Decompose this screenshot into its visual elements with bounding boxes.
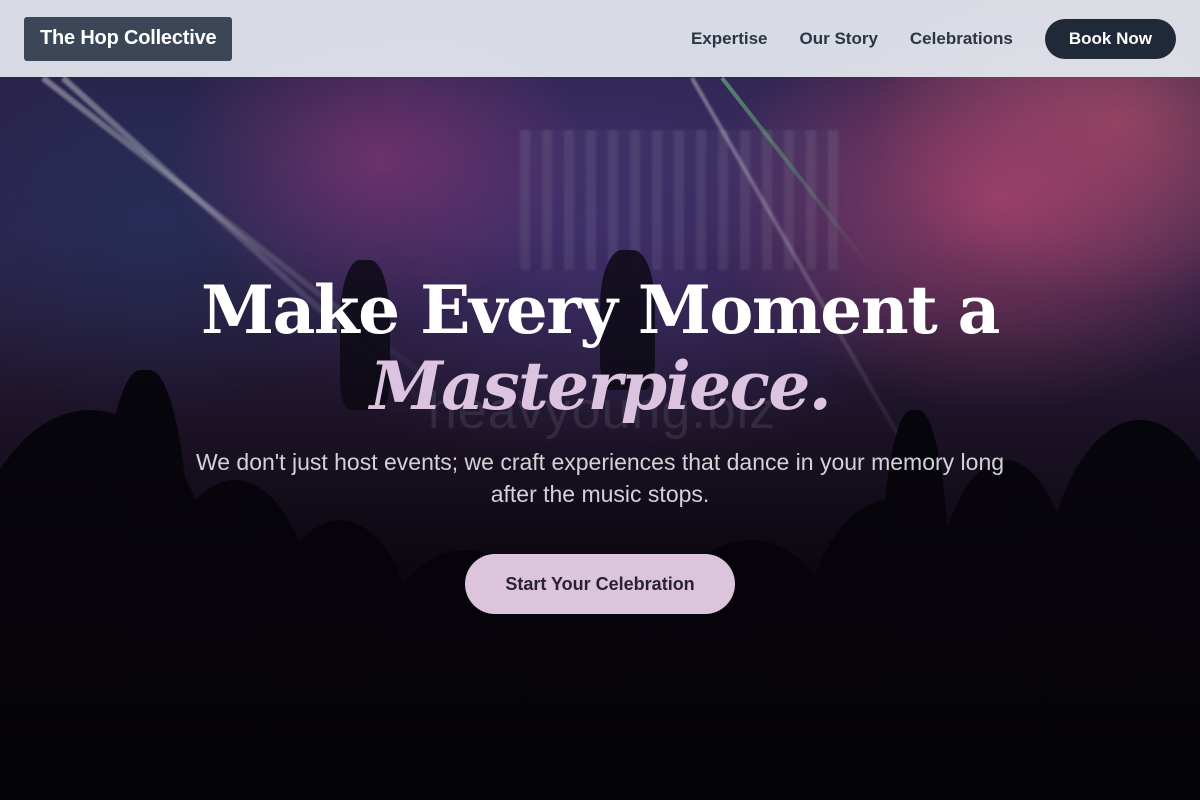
nav-link-our-story[interactable]: Our Story xyxy=(800,29,878,49)
hero-headline-accent: Masterpiece. xyxy=(369,347,832,425)
book-now-button[interactable]: Book Now xyxy=(1044,18,1176,59)
start-celebration-button[interactable]: Start Your Celebration xyxy=(465,554,735,614)
site-logo[interactable]: The Hop Collective xyxy=(24,16,233,61)
main-nav: Expertise Our Story Celebrations Book No… xyxy=(691,18,1176,59)
nav-link-expertise[interactable]: Expertise xyxy=(691,29,768,49)
hero-headline: Make Every Moment a Masterpiece. xyxy=(201,271,1000,425)
nav-link-celebrations[interactable]: Celebrations xyxy=(910,29,1013,49)
hero-headline-line1: Make Every Moment a xyxy=(201,271,1000,349)
site-header: The Hop Collective Expertise Our Story C… xyxy=(0,0,1200,77)
landing-page: The Hop Collective Expertise Our Story C… xyxy=(0,0,1200,800)
hero-section: Make Every Moment a Masterpiece. We don'… xyxy=(0,272,1200,614)
hero-subtext: We don't just host events; we craft expe… xyxy=(195,449,1005,507)
